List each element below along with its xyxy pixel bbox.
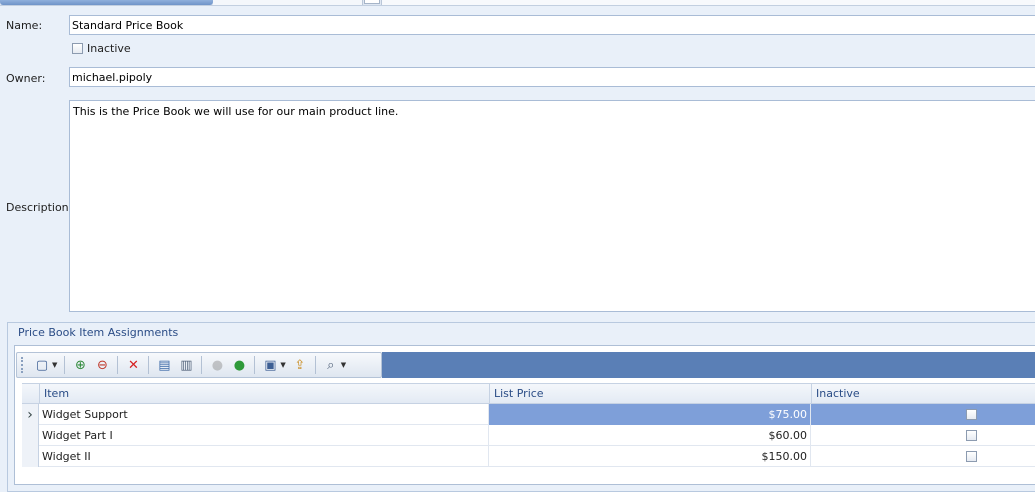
add-item-button[interactable]: ⊕ bbox=[70, 355, 90, 375]
delete-icon: ✕ bbox=[127, 357, 139, 373]
toolbar-separator bbox=[314, 356, 316, 374]
move-up-button[interactable]: ● bbox=[207, 355, 227, 375]
column-header-item[interactable]: Item bbox=[39, 383, 489, 404]
tab-strip-rest bbox=[381, 0, 1035, 5]
item-assignments-title: Price Book Item Assignments bbox=[18, 326, 179, 339]
new-document-icon: ▢ bbox=[35, 357, 49, 373]
print-preview-button[interactable]: ▥ bbox=[176, 355, 196, 375]
column-header-list-price[interactable]: List Price bbox=[489, 383, 811, 404]
grid-toolbar: ▢ ▼ ⊕ ⊖ ✕ ▤ ▥ ● ● ▣ ▼ ⇪ ⌕ ▼ bbox=[16, 352, 1035, 378]
row-indicator[interactable] bbox=[22, 446, 39, 467]
row-indicator[interactable] bbox=[22, 425, 39, 446]
chevron-down-icon[interactable]: ▼ bbox=[341, 361, 346, 369]
cell-list-price[interactable]: $150.00 bbox=[489, 446, 811, 467]
inactive-checkbox[interactable] bbox=[72, 43, 83, 54]
remove-item-button[interactable]: ⊖ bbox=[92, 355, 112, 375]
move-down-button[interactable]: ● bbox=[229, 355, 249, 375]
chevron-down-icon[interactable]: ▼ bbox=[280, 361, 285, 369]
remove-item-icon: ⊖ bbox=[96, 357, 108, 373]
tab-inactive[interactable] bbox=[213, 0, 363, 5]
toolbar-buttons: ▢ ▼ ⊕ ⊖ ✕ ▤ ▥ ● ● ▣ ▼ ⇪ ⌕ ▼ bbox=[16, 352, 382, 378]
toolbar-separator bbox=[201, 356, 203, 374]
delete-button[interactable]: ✕ bbox=[123, 355, 143, 375]
table-row[interactable]: Widget II $150.00 bbox=[22, 446, 1035, 467]
name-label: Name: bbox=[6, 19, 43, 32]
cell-inactive bbox=[811, 446, 1035, 467]
current-row-arrow-icon: › bbox=[27, 406, 33, 423]
row-inactive-checkbox[interactable] bbox=[966, 430, 977, 441]
cell-inactive bbox=[811, 404, 1035, 425]
cell-item[interactable]: Widget Support bbox=[39, 404, 489, 425]
row-indicator-header bbox=[22, 383, 39, 404]
toolbar-separator bbox=[64, 356, 66, 374]
table-row[interactable]: › Widget Support $75.00 bbox=[22, 404, 1035, 425]
add-item-icon: ⊕ bbox=[74, 357, 86, 373]
chevron-down-icon[interactable]: ▼ bbox=[52, 361, 57, 369]
tab-active[interactable] bbox=[0, 0, 213, 5]
tab-scroll-button[interactable] bbox=[364, 0, 380, 4]
toolbar-fill bbox=[382, 352, 1035, 378]
save-icon: ▣ bbox=[264, 357, 277, 373]
new-document-button[interactable]: ▢ bbox=[32, 355, 52, 375]
grid-view-button[interactable]: ▤ bbox=[154, 355, 174, 375]
row-indicator[interactable]: › bbox=[22, 404, 39, 425]
toolbar-separator bbox=[254, 356, 256, 374]
move-down-icon: ● bbox=[233, 357, 246, 373]
table-row[interactable]: Widget Part I $60.00 bbox=[22, 425, 1035, 446]
description-label: Description: bbox=[6, 201, 73, 214]
save-button[interactable]: ▣ bbox=[260, 355, 280, 375]
print-preview-icon: ▥ bbox=[180, 357, 193, 373]
inactive-label: Inactive bbox=[87, 42, 131, 55]
search-button[interactable]: ⌕ bbox=[321, 355, 341, 375]
cell-item[interactable]: Widget Part I bbox=[39, 425, 489, 446]
owner-label: Owner: bbox=[6, 72, 46, 85]
move-up-icon: ● bbox=[211, 357, 224, 373]
toolbar-grip[interactable] bbox=[21, 357, 26, 373]
export-button[interactable]: ⇪ bbox=[290, 355, 310, 375]
toolbar-separator bbox=[117, 356, 119, 374]
grid-view-icon: ▤ bbox=[158, 357, 171, 373]
cell-list-price[interactable]: $60.00 bbox=[489, 425, 811, 446]
owner-input[interactable] bbox=[69, 67, 1035, 87]
cell-item[interactable]: Widget II bbox=[39, 446, 489, 467]
cell-inactive bbox=[811, 425, 1035, 446]
name-input[interactable] bbox=[69, 15, 1035, 35]
column-header-inactive[interactable]: Inactive bbox=[811, 383, 1035, 404]
cell-list-price[interactable]: $75.00 bbox=[489, 404, 811, 425]
row-inactive-checkbox[interactable] bbox=[966, 451, 977, 462]
description-textarea[interactable]: This is the Price Book we will use for o… bbox=[69, 100, 1035, 312]
export-icon: ⇪ bbox=[294, 357, 306, 373]
toolbar-separator bbox=[148, 356, 150, 374]
search-icon: ⌕ bbox=[327, 357, 335, 373]
row-inactive-checkbox[interactable] bbox=[966, 409, 977, 420]
